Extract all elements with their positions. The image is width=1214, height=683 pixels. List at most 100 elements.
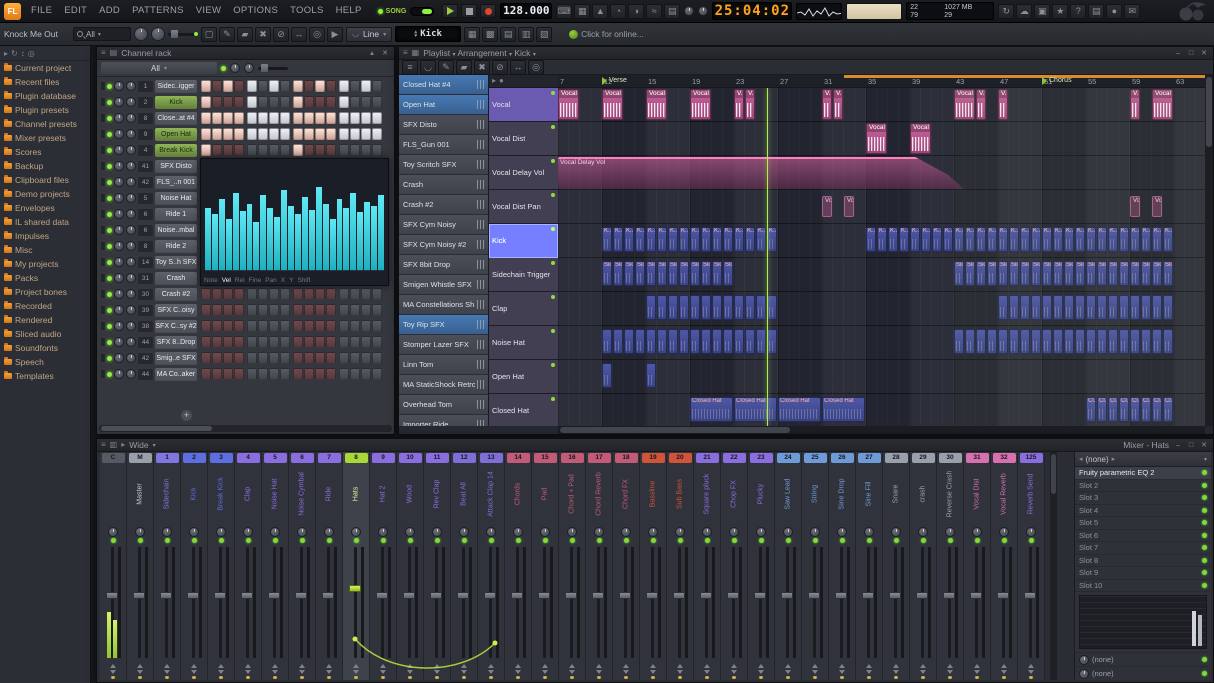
metronome-icon[interactable]: ▲ (592, 3, 609, 19)
tempo-display[interactable]: 128.000 (500, 3, 553, 19)
record-arm-icon[interactable]: ● (499, 75, 504, 87)
browser-item-current-project[interactable]: Current project (0, 61, 90, 75)
pattern-selector[interactable]: ▲ ▼ Kick (395, 26, 462, 42)
scroll-down-icon[interactable] (137, 670, 143, 674)
step-cell[interactable] (315, 112, 325, 124)
step-cell[interactable] (280, 96, 290, 108)
step-cell[interactable] (269, 144, 279, 156)
alerts-icon[interactable]: ● (1106, 3, 1123, 19)
channel-select-led[interactable] (101, 130, 105, 138)
step-cell[interactable] (212, 368, 222, 380)
clip-sid-2[interactable]: Sid..2 (1163, 261, 1173, 286)
midi-keyboard-icon[interactable]: ▦ (574, 3, 591, 19)
step-cell[interactable] (234, 320, 244, 332)
help-icon[interactable]: ? (1070, 3, 1087, 19)
minimize-icon[interactable]: – (1173, 49, 1183, 58)
mute-led[interactable] (164, 538, 170, 543)
channel-filter-button[interactable]: All ▾ (101, 62, 217, 74)
clip-pat[interactable] (1141, 329, 1151, 354)
clip-sid-2[interactable]: Sid..2 (1064, 261, 1074, 286)
scroll-up-icon[interactable] (650, 664, 656, 668)
mute-led[interactable] (137, 538, 143, 543)
playlist-track-header-open-hat[interactable]: Open Hat (489, 360, 558, 394)
mixer-track-number[interactable]: 3 (209, 453, 233, 463)
channel-pan-knob[interactable] (114, 161, 124, 171)
fx-send-slot-2[interactable]: (none) (1075, 666, 1211, 680)
menu-add[interactable]: ADD (93, 0, 126, 22)
scroll-up-icon[interactable] (488, 664, 494, 668)
step-cell[interactable] (326, 320, 336, 332)
pan-knob[interactable] (729, 527, 739, 537)
scroll-down-icon[interactable] (893, 670, 899, 674)
pan-knob[interactable] (216, 527, 226, 537)
volume-fader[interactable] (613, 545, 639, 662)
mute-led[interactable] (650, 538, 656, 543)
step-cell[interactable] (372, 368, 382, 380)
step-cell[interactable] (201, 368, 211, 380)
graph-bar[interactable] (246, 203, 253, 270)
clip-k-2[interactable]: K..2 (987, 227, 997, 252)
volume-fader[interactable] (181, 545, 207, 662)
clip-k-2[interactable]: K..2 (899, 227, 909, 252)
clip-k-2[interactable]: K..2 (877, 227, 887, 252)
clip-pat[interactable] (679, 295, 689, 320)
channel-mute-led[interactable] (107, 371, 112, 377)
browser-item-channel-presets[interactable]: Channel presets (0, 117, 90, 131)
menu-icon[interactable]: ≡ (403, 47, 408, 59)
clip-pat[interactable] (987, 329, 997, 354)
step-cell[interactable] (247, 336, 257, 348)
picker-item-stomper-lazer-sfx[interactable]: Stomper Lazer SFX (399, 335, 488, 355)
fader-handle[interactable] (646, 591, 658, 599)
stop-button[interactable] (461, 4, 478, 18)
channel-volume-knob[interactable] (126, 129, 136, 139)
maximize-icon[interactable]: □ (1186, 441, 1196, 450)
mute-tool-icon[interactable]: ⊘ (273, 26, 289, 42)
clip-cl-3[interactable]: Cl..3 (1097, 397, 1107, 422)
graph-bar[interactable] (218, 199, 225, 270)
clip-pat[interactable] (723, 295, 733, 320)
channel-volume-knob[interactable] (126, 113, 136, 123)
channel-pan-knob[interactable] (114, 129, 124, 139)
graph-bar[interactable] (308, 210, 315, 270)
clip-closed-hat[interactable]: Closed Hat (778, 397, 821, 422)
channel-target-number[interactable]: 8 (138, 240, 153, 252)
step-cell[interactable] (223, 304, 233, 316)
scroll-down-icon[interactable] (677, 670, 683, 674)
fx-enable-led[interactable] (1202, 545, 1207, 551)
step-cell[interactable] (269, 368, 279, 380)
clip-pat[interactable] (998, 295, 1008, 320)
pattern-updown-arrows[interactable]: ▲ ▼ (414, 30, 417, 39)
step-cell[interactable] (326, 368, 336, 380)
playlist-lane-vocal-dist-pan[interactable]: Vo..n Vo..n Vo..n Vo..n (558, 190, 1205, 224)
volume-fader[interactable] (505, 545, 531, 662)
browser-item-templates[interactable]: Templates (0, 369, 90, 383)
clip-pat[interactable] (1152, 329, 1162, 354)
scroll-up-icon[interactable] (299, 664, 305, 668)
scroll-up-icon[interactable] (434, 664, 440, 668)
step-cell[interactable] (269, 128, 279, 140)
channel-volume-knob[interactable] (126, 145, 136, 155)
picker-item-toy-scritch-sfx[interactable]: Toy Scritch SFX (399, 155, 488, 175)
mixer-strip-snare[interactable]: 28 Snare (883, 452, 910, 680)
step-cell[interactable] (223, 96, 233, 108)
step-cell[interactable] (315, 96, 325, 108)
clip-sid-2[interactable]: Sid..2 (1009, 261, 1019, 286)
mixer-strip-sidechain[interactable]: 1 Sidechain (154, 452, 181, 680)
picker-item-fls-gun-001[interactable]: FLS_Gun 001 (399, 135, 488, 155)
mixer-strip-rev-clap[interactable]: 11 Rev Clap (424, 452, 451, 680)
fl-logo-icon[interactable]: FL (4, 2, 21, 20)
channel-select-led[interactable] (101, 178, 105, 186)
mixer-strip-sine-drop[interactable]: 26 Sine Drop (829, 452, 856, 680)
swing-led[interactable] (221, 65, 226, 71)
scroll-down-icon[interactable] (596, 670, 602, 674)
playlist-track-header-clap[interactable]: Clap (489, 292, 558, 326)
clip-sid-2[interactable]: Sid..2 (690, 261, 700, 286)
scroll-up-icon[interactable] (515, 664, 521, 668)
channel-name-button[interactable]: MA Co..aker (155, 367, 197, 381)
scroll-up-icon[interactable] (596, 664, 602, 668)
channel-target-number[interactable]: 42 (138, 352, 153, 364)
picker-item-sfx-8bit-drop[interactable]: SFX 8bit Drop (399, 255, 488, 275)
step-cell[interactable] (212, 144, 222, 156)
step-cell[interactable] (234, 304, 244, 316)
scroll-down-icon[interactable] (488, 670, 494, 674)
